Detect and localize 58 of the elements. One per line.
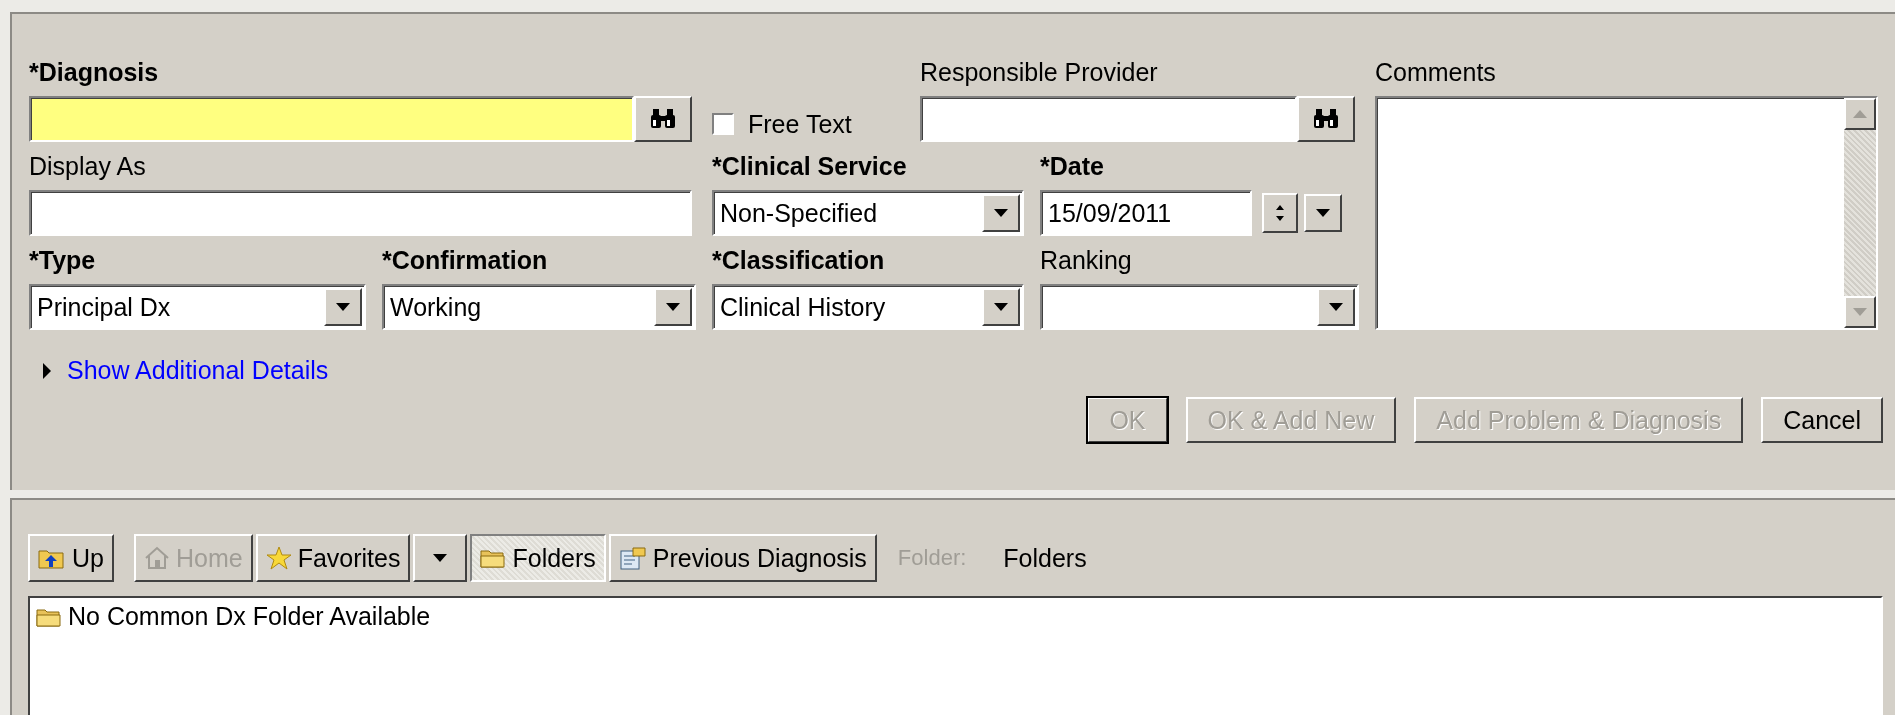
checkbox-label: Free Text <box>748 109 852 140</box>
dropdown-button[interactable] <box>654 288 692 326</box>
house-icon <box>143 546 170 570</box>
diagnosis-field[interactable] <box>29 96 634 142</box>
binoculars-icon <box>650 108 676 130</box>
display-as-field[interactable] <box>29 190 692 236</box>
toolbar-button[interactable]: Favorites <box>255 534 411 582</box>
field-label: *Diagnosis <box>29 58 159 86</box>
provider-field[interactable] <box>920 96 1297 142</box>
clipboard-icon <box>618 546 647 570</box>
field-label: *Clinical Service <box>712 152 907 180</box>
caret-icon <box>1329 303 1343 311</box>
dropdown-button[interactable] <box>1317 288 1355 326</box>
caret-icon <box>994 303 1008 311</box>
date-spinner[interactable] <box>1262 193 1298 233</box>
dialog-button[interactable]: Cancel <box>1761 397 1883 443</box>
clinical-service-dropdown[interactable]: Non-Specified <box>712 190 1024 236</box>
free-text-checkbox[interactable] <box>712 113 734 135</box>
field-label: *Date <box>1040 152 1104 180</box>
search-button[interactable] <box>634 96 692 142</box>
up-arrow-icon <box>1853 110 1867 118</box>
folder-value: Folders <box>1003 543 1087 573</box>
star-icon <box>265 546 292 570</box>
toolbar-button[interactable] <box>413 534 468 582</box>
binoculars-icon <box>1313 108 1339 130</box>
scroll-up-button[interactable] <box>1844 98 1876 130</box>
search-button[interactable] <box>1297 96 1355 142</box>
caret-icon <box>994 209 1008 217</box>
dropdown-button[interactable] <box>982 194 1020 232</box>
caret-icon <box>1316 209 1330 217</box>
show-details-link[interactable]: Show Additional Details <box>67 356 329 385</box>
list-item[interactable]: No Common Dx Folder Available <box>68 602 431 631</box>
type-dropdown[interactable]: Principal Dx <box>29 284 366 330</box>
field-label: Responsible Provider <box>920 58 1158 86</box>
classification-dropdown[interactable]: Clinical History <box>712 284 1024 330</box>
down-arrow-icon <box>1853 308 1867 316</box>
field-label: *Classification <box>712 246 885 274</box>
expand-arrow-icon[interactable] <box>41 362 53 379</box>
caret-icon <box>336 303 350 311</box>
field-label: Comments <box>1375 58 1496 86</box>
dropdown-button[interactable] <box>982 288 1020 326</box>
scroll-down-button[interactable] <box>1844 296 1876 328</box>
ranking-dropdown[interactable] <box>1040 284 1359 330</box>
caret-icon <box>666 303 680 311</box>
toolbar-button[interactable]: Folders <box>470 534 606 582</box>
folder-icon <box>480 547 507 569</box>
toolbar-button[interactable]: Up <box>28 534 114 582</box>
field-label: *Confirmation <box>382 246 548 274</box>
field-label: Ranking <box>1040 246 1132 274</box>
confirmation-dropdown[interactable]: Working <box>382 284 696 330</box>
comments-field[interactable] <box>1375 96 1878 330</box>
toolbar-button[interactable]: Previous Diagnosis <box>608 534 877 582</box>
calendar-dropdown-button[interactable] <box>1304 194 1342 232</box>
date-field[interactable]: 15/09/2011 <box>1040 190 1252 236</box>
dropdown-button[interactable] <box>324 288 362 326</box>
field-label: *Type <box>29 246 96 274</box>
caret-icon <box>433 554 448 562</box>
field-label: Display As <box>29 152 146 180</box>
